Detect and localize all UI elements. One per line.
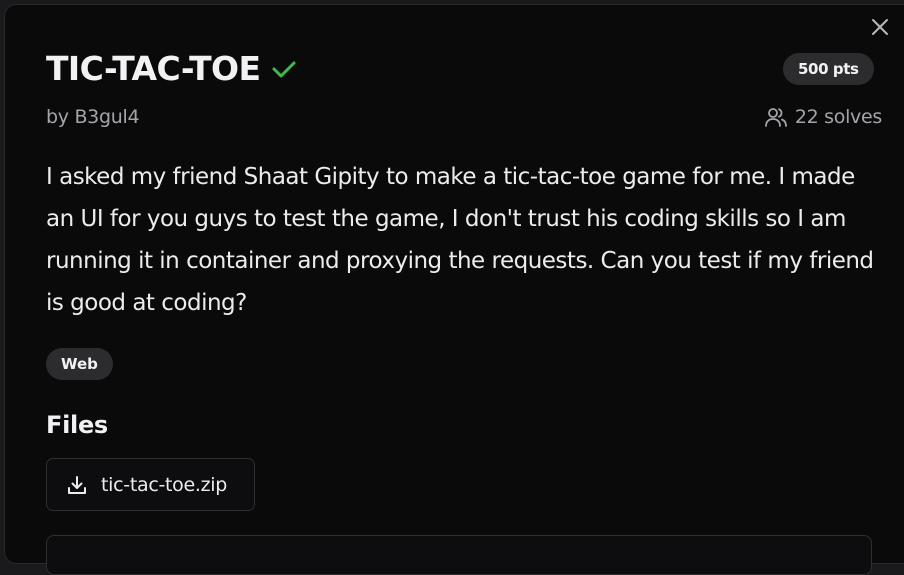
download-icon	[66, 474, 88, 496]
check-icon	[270, 55, 298, 83]
challenge-modal: TIC-TAC-TOE 500 pts by B3gul4 22 solves …	[4, 4, 904, 575]
users-icon	[764, 105, 788, 129]
challenge-description: I asked my friend Shaat Gipity to make a…	[46, 164, 874, 316]
close-icon	[871, 18, 889, 40]
solves-count: 22 solves	[764, 104, 882, 130]
challenge-author: by B3gul4	[46, 106, 140, 128]
challenge-title: TIC-TAC-TOE	[46, 49, 261, 88]
close-button[interactable]	[869, 18, 891, 40]
file-name: tic-tac-toe.zip	[101, 473, 228, 496]
points-badge: 500 pts	[783, 53, 874, 85]
files-heading: Files	[46, 411, 108, 439]
file-download-button[interactable]: tic-tac-toe.zip	[46, 458, 255, 511]
solves-label: 22 solves	[794, 106, 882, 128]
title-row: TIC-TAC-TOE	[46, 47, 298, 91]
flag-input-container[interactable]	[46, 535, 872, 575]
category-tag: Web	[46, 348, 113, 380]
